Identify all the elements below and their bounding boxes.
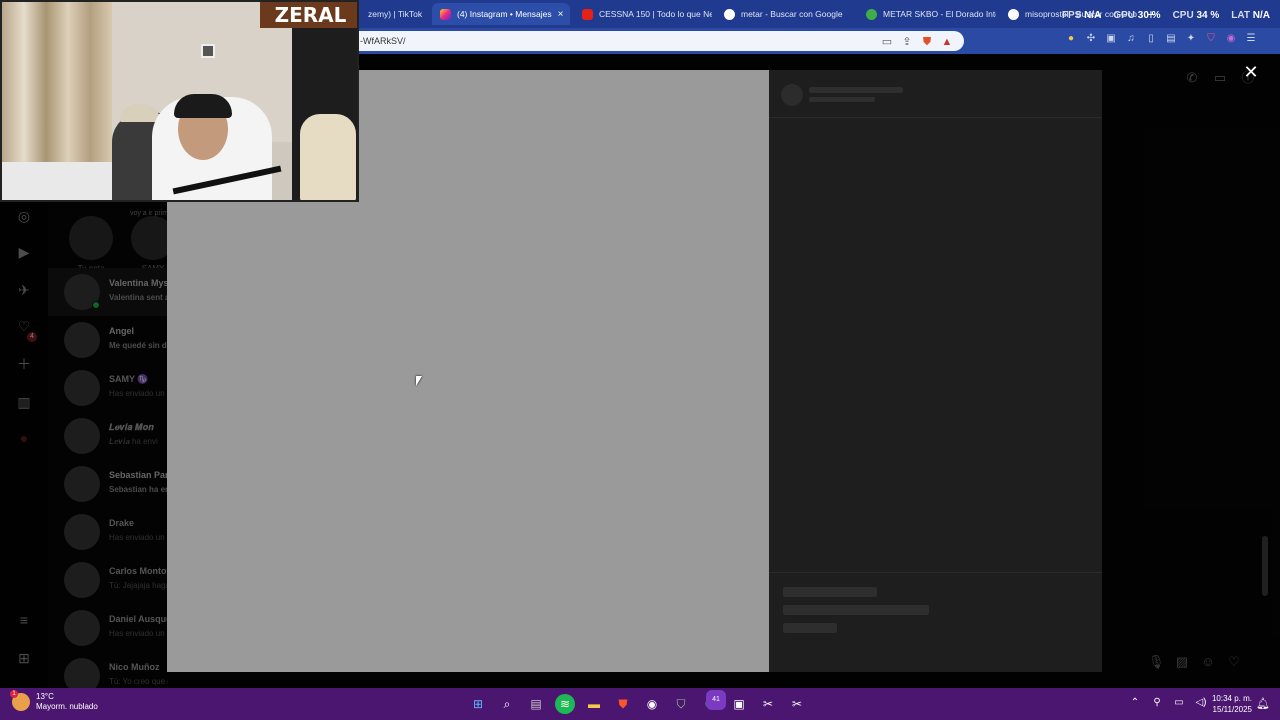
obs-icon[interactable]: ◉ <box>642 694 662 714</box>
address-bar[interactable]: -WfARkSV/ ▭ ⇪ ⛊ ▲ <box>340 31 964 51</box>
tab-label: zemy) | TikTok <box>368 9 423 19</box>
notification-bell-icon[interactable]: 🔔︎ <box>1256 697 1270 710</box>
lat-stat: LAT N/A <box>1231 10 1270 21</box>
skeleton-line <box>809 97 875 102</box>
menu-icon[interactable]: ☰ <box>1244 32 1258 46</box>
youtube-icon <box>582 8 593 20</box>
tab-label: CESSNA 150 | Todo lo que Ne <box>599 9 712 19</box>
chevron-up-icon[interactable]: ⌃ <box>1128 697 1142 708</box>
mouse-cursor-icon <box>416 376 422 386</box>
profile-icon[interactable]: ◉ <box>1224 32 1238 46</box>
weather-badge: 1 <box>10 690 18 698</box>
metar-icon <box>866 8 877 20</box>
tab-close-icon[interactable]: × <box>552 9 564 20</box>
weather-description: Mayorm. nublado <box>36 702 98 711</box>
share-icon[interactable]: ⇪ <box>900 35 914 49</box>
windows-start-icon[interactable]: ⊞ <box>468 694 488 714</box>
tab-label: metar - Buscar con Google <box>741 9 843 19</box>
clock-time: 10:34 p. m. <box>1211 694 1252 703</box>
brave-shield-icon[interactable]: ⛊ <box>920 35 934 49</box>
tab-tiktok[interactable]: zemy) | TikTok <box>360 3 430 25</box>
capcut-icon[interactable]: ✂ <box>787 694 807 714</box>
cast-icon[interactable]: ▭ <box>880 35 894 49</box>
tab-label: (4) Instagram • Mensajes <box>457 9 552 19</box>
capcut-icon[interactable]: ✂ <box>758 694 778 714</box>
skeleton-line <box>783 587 877 597</box>
whatsapp-icon[interactable]: ✆41 <box>700 690 726 714</box>
windows-taskbar: 1 13°C Mayorm. nublado ⊞ ⌕ ▤ ≋ ▬ ⛊ ◉ ⛉ ✆… <box>0 688 1280 720</box>
tab-manager-icon[interactable]: ▣ <box>1104 32 1118 46</box>
instagram-icon <box>440 8 451 20</box>
skeleton-line <box>809 87 903 93</box>
brave-icon[interactable]: ⛊ <box>613 694 633 714</box>
microphone-icon[interactable]: ⚲ <box>1150 697 1164 708</box>
fps-stat: FPS N/A <box>1061 10 1102 21</box>
clock-date: 15/11/2025 <box>1212 705 1252 714</box>
temperature: 13°C <box>36 692 54 701</box>
skeleton-line <box>783 605 929 615</box>
webcam-overlay: ZERAL <box>0 0 359 202</box>
task-view-icon[interactable]: ▤ <box>526 694 546 714</box>
brave-rewards-icon[interactable]: ▲ <box>940 35 954 49</box>
webcam-hair <box>174 94 232 118</box>
post-footer-skeleton <box>769 572 1102 672</box>
post-header-skeleton <box>769 70 1102 118</box>
skeleton-line <box>783 623 837 633</box>
puzzle-icon[interactable]: ✣ <box>1084 32 1098 46</box>
extension-icon[interactable]: ● <box>1064 32 1078 46</box>
tab-label: METAR SKBO - El Dorado Inter <box>883 9 996 19</box>
notepad-icon[interactable]: ▣ <box>729 694 749 714</box>
tab-metar-skbo[interactable]: METAR SKBO - El Dorado Inter <box>858 3 996 25</box>
search-icon[interactable]: ⌕ <box>497 694 517 714</box>
vpn-icon[interactable]: ⛉ <box>1204 32 1218 46</box>
streamer-logo: ZERAL <box>260 2 357 28</box>
music-icon[interactable]: ♫ <box>1124 32 1138 46</box>
avatar-skeleton <box>781 84 803 106</box>
google-icon <box>1008 8 1019 20</box>
webcam-frame <box>201 44 215 58</box>
webcam-table <box>2 162 122 200</box>
gpu-stat: GPU 30 % <box>1113 10 1161 21</box>
address-text: -WfARkSV/ <box>360 36 406 46</box>
google-icon <box>724 8 735 20</box>
spotify-icon[interactable]: ≋ <box>555 694 575 714</box>
cpu-stat: CPU 34 % <box>1172 10 1220 21</box>
tab-youtube[interactable]: CESSNA 150 | Todo lo que Ne <box>574 3 712 25</box>
weather-icon: 1 <box>10 690 30 711</box>
whatsapp-badge: 41 <box>706 690 726 710</box>
taskbar-apps: ⊞ ⌕ ▤ ≋ ▬ ⛊ ◉ ⛉ ✆41 ▣ ✂ ✂ <box>468 690 807 714</box>
performance-overlay: FPS N/A GPU 30 % CPU 34 % LAT N/A <box>1062 10 1270 21</box>
system-tray: ⌃ ⚲ ▭ ◁) <box>1128 697 1208 708</box>
file-explorer-icon[interactable]: ▬ <box>584 694 604 714</box>
webcam-chair <box>300 114 356 200</box>
tab-instagram[interactable]: (4) Instagram • Mensajes × <box>432 3 570 25</box>
wallet-icon[interactable]: ▤ <box>1164 32 1178 46</box>
app-icon[interactable]: ⛉ <box>671 694 691 714</box>
sidebar-icon[interactable]: ▯ <box>1144 32 1158 46</box>
tab-google-metar[interactable]: metar - Buscar con Google <box>716 3 854 25</box>
close-icon[interactable]: ✕ <box>1242 63 1260 81</box>
leo-icon[interactable]: ✦ <box>1184 32 1198 46</box>
weather-widget[interactable]: 1 13°C Mayorm. nublado <box>10 690 98 712</box>
display-icon[interactable]: ▭ <box>1172 697 1186 708</box>
clock[interactable]: 10:34 p. m. 15/11/2025 <box>1206 693 1252 715</box>
post-details-panel <box>769 70 1102 672</box>
